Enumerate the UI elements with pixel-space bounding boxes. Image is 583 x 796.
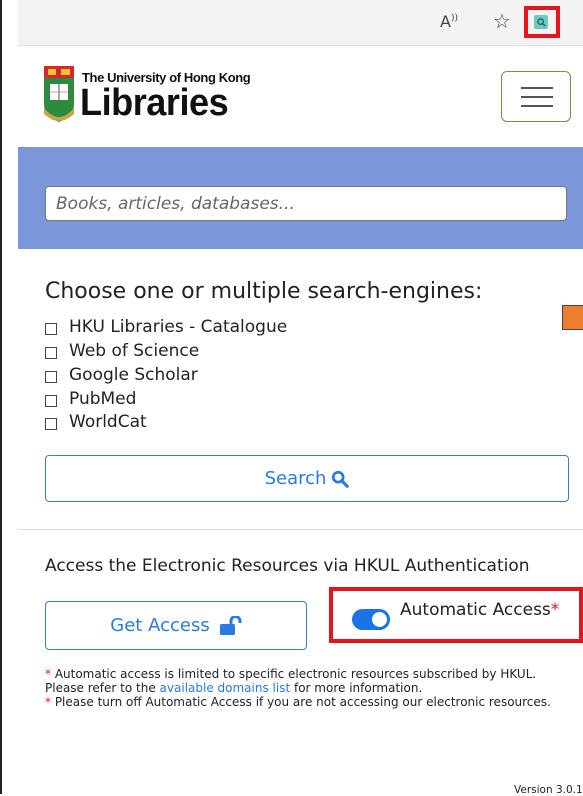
hamburger-line [521, 87, 553, 89]
note-text: for more information. [290, 681, 423, 695]
checkbox[interactable] [45, 417, 57, 430]
get-access-label: Get Access [110, 615, 210, 636]
automatic-access-text: Automatic Access [400, 600, 551, 620]
logo-libraries: Libraries [80, 82, 229, 124]
checkbox[interactable] [45, 370, 57, 383]
hku-crest-logo [44, 66, 74, 122]
orange-side-tab[interactable] [562, 305, 583, 330]
favorite-star-icon[interactable]: ☆ [493, 9, 511, 33]
checkbox[interactable] [45, 322, 57, 335]
version-label: Version 3.0.1 [514, 784, 583, 796]
search-button[interactable]: Search [45, 455, 569, 502]
engine-label: WorldCat [69, 412, 147, 432]
search-button-label: Search [264, 468, 327, 489]
engine-option[interactable]: WorldCat [45, 411, 147, 433]
checkbox[interactable] [45, 346, 57, 359]
browser-toolbar: A)) ☆ [18, 0, 583, 46]
section-divider [18, 529, 583, 530]
engines-title: Choose one or multiple search-engines: [45, 279, 483, 304]
automatic-access-label: Automatic Access* [400, 600, 559, 620]
available-domains-link[interactable]: available domains list [160, 681, 291, 695]
menu-button[interactable] [501, 71, 571, 122]
get-access-button[interactable]: Get Access [45, 601, 307, 650]
access-notes: * Automatic access is limited to specifi… [45, 667, 565, 709]
engine-label: PubMed [69, 389, 137, 409]
engine-option[interactable]: Google Scholar [45, 364, 198, 386]
automatic-access-toggle[interactable] [352, 609, 390, 630]
engine-label: HKU Libraries - Catalogue [69, 317, 288, 337]
engine-option[interactable]: Web of Science [45, 340, 199, 362]
search-band [18, 147, 583, 249]
unlock-icon [219, 615, 242, 635]
required-star: * [550, 600, 560, 620]
search-icon[interactable] [534, 15, 548, 29]
read-aloud-icon[interactable]: A)) [440, 12, 458, 31]
engine-option[interactable]: PubMed [45, 388, 136, 410]
site-header: The University of Hong Kong Libraries [18, 46, 583, 146]
search-input[interactable] [45, 186, 567, 221]
magnifier-icon [332, 470, 350, 488]
toggle-knob [372, 612, 387, 627]
note-text: Please turn off Automatic Access if you … [51, 695, 551, 709]
hamburger-line [521, 105, 553, 107]
access-title: Access the Electronic Resources via HKUL… [45, 556, 530, 576]
engine-option[interactable]: HKU Libraries - Catalogue [45, 316, 287, 338]
engine-label: Google Scholar [69, 365, 198, 385]
hamburger-line [521, 96, 553, 98]
extension-popup: A)) ☆ The University of Hong Kong Librar… [0, 0, 583, 796]
engine-label: Web of Science [69, 341, 200, 361]
checkbox[interactable] [45, 394, 57, 407]
